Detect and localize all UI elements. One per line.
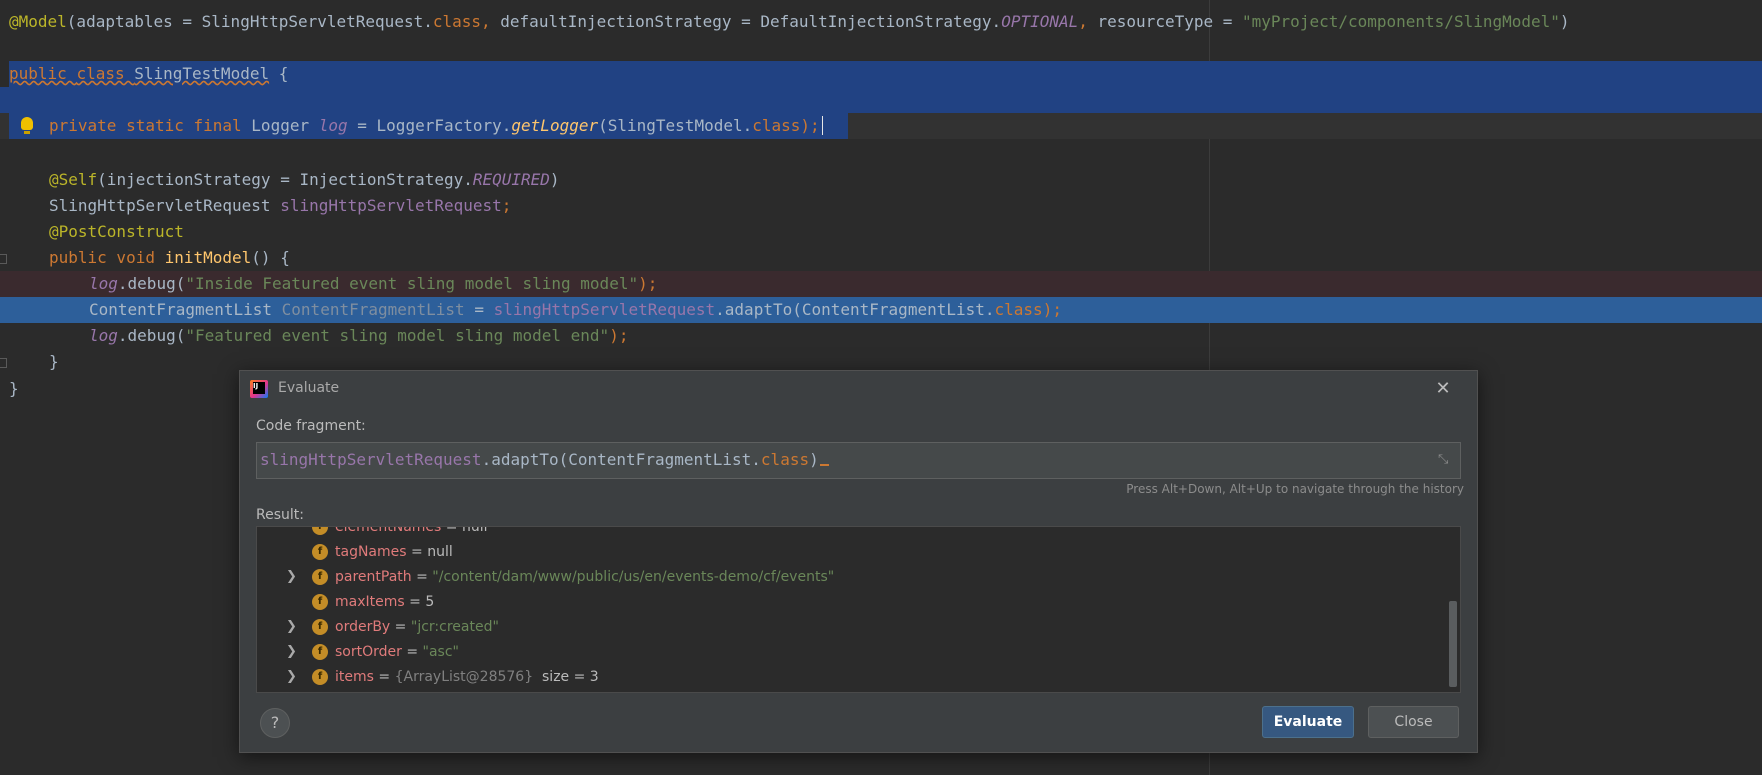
intellij-logo-icon	[250, 380, 268, 398]
evaluate-dialog: Evaluate ✕ Code fragment: slingHttpServl…	[239, 370, 1478, 753]
code-line-postconstruct[interactable]: @PostConstruct	[0, 219, 1762, 245]
lightbulb-icon[interactable]	[21, 117, 33, 134]
code-line-request-field[interactable]: SlingHttpServletRequest slingHttpServlet…	[0, 193, 1762, 219]
tree-row[interactable]: ❯ f orderBy = "jcr:created"	[257, 615, 1437, 639]
code-line-class-declaration[interactable]: public class SlingTestModel {	[0, 61, 1762, 87]
result-label: Result:	[256, 507, 304, 523]
code-line-initmodel[interactable]: public void initModel() {	[0, 245, 1762, 271]
tree-row[interactable]: f elementNames = null	[257, 527, 1437, 539]
code-fragment-input[interactable]: slingHttpServletRequest.adaptTo(ContentF…	[256, 442, 1461, 479]
fold-marker-icon[interactable]	[0, 358, 7, 368]
code-line-empty-selected[interactable]	[0, 87, 1762, 113]
code-line-self-annotation[interactable]: @Self(injectionStrategy = InjectionStrat…	[0, 167, 1762, 193]
dialog-title: Evaluate	[278, 380, 340, 396]
text-caret	[821, 116, 823, 135]
text-caret	[819, 464, 829, 466]
field-icon: f	[312, 527, 328, 535]
code-line-debug-inside[interactable]: log.debug("Inside Featured event sling m…	[0, 271, 1762, 297]
tree-row[interactable]: ❯ f parentPath = "/content/dam/www/publi…	[257, 565, 1437, 589]
field-icon: f	[312, 669, 328, 685]
code-line-debug-end[interactable]: log.debug("Featured event sling model sl…	[0, 323, 1762, 349]
expand-arrow-icon[interactable]: ❯	[286, 640, 300, 664]
code-fragment-label: Code fragment:	[256, 418, 366, 434]
expand-arrow-icon[interactable]: ❯	[286, 665, 300, 689]
close-button[interactable]: Close	[1368, 706, 1459, 738]
field-icon: f	[312, 569, 328, 585]
field-icon: f	[312, 594, 328, 610]
dialog-titlebar[interactable]: Evaluate ✕	[240, 371, 1477, 408]
fold-marker-icon[interactable]	[0, 254, 7, 264]
tree-row[interactable]: ❯ f items = {ArrayList@28576} size = 3	[257, 665, 1437, 689]
field-icon: f	[312, 644, 328, 660]
tree-row[interactable]: f tagNames = null	[257, 540, 1437, 564]
close-icon[interactable]: ✕	[1434, 380, 1452, 398]
tree-row[interactable]: f maxItems = 5	[257, 590, 1437, 614]
help-button[interactable]: ?	[260, 708, 290, 738]
collapse-icon[interactable]: ⤡	[1438, 453, 1452, 467]
code-line-execution-point[interactable]: ContentFragmentList ContentFragmentList …	[0, 297, 1762, 323]
expand-arrow-icon[interactable]: ❯	[286, 565, 300, 589]
result-tree[interactable]: f elementNames = null f tagNames = null …	[256, 526, 1461, 693]
tree-row[interactable]: ❯ f sortOrder = "asc"	[257, 640, 1437, 664]
result-scrollbar[interactable]	[1449, 601, 1457, 687]
field-icon: f	[312, 544, 328, 560]
expand-arrow-icon[interactable]: ❯	[286, 615, 300, 639]
code-line-annotation[interactable]: @Model(adaptables = SlingHttpServletRequ…	[0, 9, 1762, 35]
history-hint: Press Alt+Down, Alt+Up to navigate throu…	[1126, 482, 1464, 496]
code-line-logger[interactable]: private static final Logger log = Logger…	[0, 113, 1762, 139]
field-icon: f	[312, 619, 328, 635]
evaluate-button[interactable]: Evaluate	[1262, 706, 1354, 738]
